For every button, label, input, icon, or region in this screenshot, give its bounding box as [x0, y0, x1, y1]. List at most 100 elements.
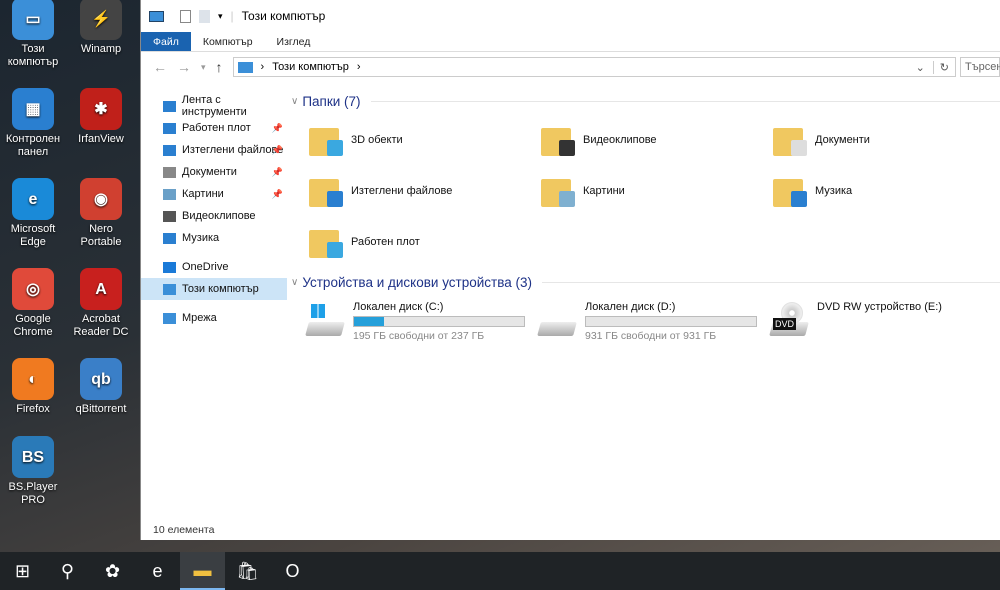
explorer-icon: ▬	[193, 559, 212, 580]
desktop-icon[interactable]: ◎ Google Chrome	[0, 268, 66, 339]
new-folder-icon[interactable]	[199, 9, 210, 23]
desktop-icon[interactable]: ▦ Контролен панел	[0, 88, 66, 159]
folder-item[interactable]: Работен плот	[307, 216, 539, 267]
start-icon: ⊞	[14, 560, 31, 581]
app-icon: ▦	[12, 88, 54, 130]
navigation-pane: Лента с инструменти Работен плот 📌 Изтеглен…	[141, 94, 287, 520]
pin-icon[interactable]: 📌	[272, 189, 283, 200]
up-button[interactable]: ↑	[216, 59, 223, 75]
folder-item[interactable]: Картини	[539, 165, 771, 216]
address-bar[interactable]: › Този компютър › ⌄ ↻	[232, 57, 956, 77]
desktop-icon[interactable]: ▭ Този компютър	[0, 0, 66, 69]
taskbar-start-button[interactable]: ⊞	[0, 552, 45, 590]
pin-icon[interactable]: 📌	[272, 145, 283, 156]
folders-group-header[interactable]: ∨ Папки (7)	[291, 88, 1000, 114]
nav-item-icon	[163, 312, 176, 324]
tab-view[interactable]: Изглед	[265, 32, 323, 51]
nav-item[interactable]: Лента с инструменти	[141, 94, 287, 118]
nav-item[interactable]: Работен плот 📌	[141, 117, 287, 139]
nav-item-icon	[163, 122, 176, 134]
drive-free-space: 195 ГБ свободни от 237 ГБ	[353, 330, 485, 342]
desktop-icon[interactable]: ⚡ Winamp	[68, 0, 134, 56]
folder-label: Музика	[815, 184, 853, 197]
folder-label: 3D обекти	[351, 133, 403, 146]
tab-file[interactable]: Файл	[141, 32, 191, 51]
customize-toolbar-icon[interactable]: ▾	[218, 11, 223, 22]
nav-item-label: Видеоклипове	[182, 210, 256, 222]
pin-icon[interactable]: 📌	[272, 123, 283, 134]
nav-item[interactable]: Музика	[141, 227, 287, 249]
desktop-icon[interactable]: ✱ IrfanView	[68, 88, 134, 146]
address-dropdown[interactable]: ⌄	[916, 61, 925, 74]
nav-item-label: Мрежа	[182, 312, 217, 324]
properties-icon[interactable]	[180, 9, 191, 23]
app-icon: ◐	[12, 358, 54, 400]
devices-group-header[interactable]: ∨ Устройства и дискови устройства (3)	[291, 269, 1000, 295]
taskbar: ⊞ ⚲ ✿ e ▬ 🛍 O	[0, 552, 1000, 590]
folder-icon	[771, 122, 807, 158]
drive-item[interactable]: Локален диск (D:) 931 ГБ свободни от 931 …	[537, 295, 771, 345]
nav-item[interactable]: Мрежа	[141, 307, 287, 329]
drive-item[interactable]: Локален диск (C:) 195 ГБ свободни от 237 …	[305, 295, 539, 345]
folder-item[interactable]: Документи	[771, 114, 1000, 165]
folder-item[interactable]: Видеоклипове	[539, 114, 771, 165]
folder-item[interactable]: 3D обекти	[307, 114, 539, 165]
desktop-icon[interactable]: qb qBittorrent	[68, 358, 134, 416]
taskbar-store-button[interactable]: 🛍	[225, 552, 270, 590]
nav-item-label: Този компютър	[182, 283, 259, 295]
desktop-icon-label: Firefox	[16, 403, 50, 415]
chevron-right-icon[interactable]: ›	[357, 61, 361, 73]
forward-button[interactable]: →	[177, 59, 191, 75]
desktop-icon-label: qBittorrent	[75, 403, 127, 415]
computer-icon	[237, 61, 253, 73]
desktop-icon-label: Acrobat Reader DC	[73, 313, 129, 338]
outlook-icon: O	[285, 560, 300, 581]
app-icon: qb	[80, 358, 122, 400]
desktop-icon[interactable]: ◉ Nero Portable	[68, 178, 134, 249]
recent-dropdown[interactable]: ▾	[201, 62, 206, 73]
folder-label: Картини	[583, 184, 625, 197]
taskbar-outlook-button[interactable]: O	[270, 552, 315, 590]
content-pane: ∨ Папки (7) 3D обекти Видеоклипове Документ…	[291, 88, 1000, 520]
app-icon: A	[80, 268, 122, 310]
app-icon: ⚡	[80, 0, 122, 40]
desktop-icon[interactable]: ◐ Firefox	[0, 358, 66, 416]
address-row: ← → ▾ ↑ › Този компютър › ⌄ ↻ Търсене	[141, 52, 1000, 82]
pin-icon[interactable]: 📌	[272, 167, 283, 178]
nav-item-icon	[163, 261, 176, 273]
desktop-icon-label: IrfanView	[78, 133, 124, 145]
hard-drive-icon	[537, 302, 577, 338]
nav-item[interactable]: OneDrive	[141, 256, 287, 278]
desktop-icon-label: Контролен панел	[5, 133, 61, 158]
drive-item[interactable]: DVD DVD RW устройство (E:)	[769, 295, 1000, 345]
folder-item[interactable]: Музика	[771, 165, 1000, 216]
nav-item[interactable]: Документи 📌	[141, 161, 287, 183]
ribbon-tabs: Файл Компютър Изглед	[141, 32, 1000, 52]
refresh-button[interactable]: ↻	[932, 60, 955, 74]
back-button[interactable]: ←	[153, 59, 167, 75]
nav-item-label: Лента с инструменти	[181, 94, 247, 118]
desktop-icon[interactable]: A Acrobat Reader DC	[68, 268, 134, 339]
nav-item[interactable]: Картини 📌	[141, 183, 287, 205]
drive-usage-bar	[353, 316, 525, 327]
drive-label: DVD RW устройство (E:)	[817, 301, 942, 313]
taskbar-search-button[interactable]: ⚲	[45, 552, 90, 590]
tab-computer[interactable]: Компютър	[191, 32, 265, 51]
nav-item-label: Музика	[182, 232, 220, 244]
copilot-icon: ✿	[104, 560, 121, 581]
folder-icon	[539, 122, 575, 158]
nav-item[interactable]: Този компютър	[141, 278, 287, 300]
folder-item[interactable]: Изтеглени файлове	[307, 165, 539, 216]
desktop-icon-label: Google Chrome	[13, 313, 53, 338]
taskbar-explorer-button[interactable]: ▬	[180, 552, 225, 590]
taskbar-copilot-button[interactable]: ✿	[90, 552, 135, 590]
nav-item[interactable]: Видеоклипове	[141, 205, 287, 227]
desktop-icon[interactable]: e Microsoft Edge	[0, 178, 66, 249]
taskbar-edge-button[interactable]: e	[135, 552, 180, 590]
nav-item[interactable]: Изтеглени файлове 📌	[141, 139, 287, 161]
drive-label: Локален диск (D:)	[585, 301, 676, 313]
desktop-icon[interactable]: BS BS.Player PRO	[0, 436, 66, 507]
app-icon: ◎	[12, 268, 54, 310]
nav-item-icon	[163, 232, 176, 244]
search-input[interactable]: Търсене	[960, 57, 1000, 77]
